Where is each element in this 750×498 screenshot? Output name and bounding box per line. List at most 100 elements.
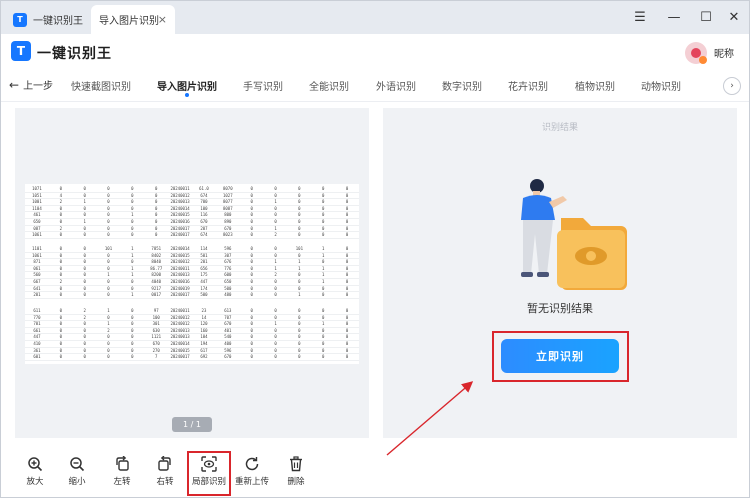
mode-digits[interactable]: 数字识别 [442, 78, 482, 93]
table-cell: 776 [224, 265, 232, 271]
table-cell: 0 [345, 354, 349, 360]
table-cell: 0 [298, 278, 301, 284]
table-cell: 800 [224, 212, 232, 218]
tool-label: 放大 [26, 477, 44, 487]
table-cell: 1061 [32, 252, 42, 258]
mode-import-image[interactable]: 导入图片识别 [157, 78, 217, 97]
table-cell: 2 [59, 278, 62, 284]
table-cell: 410 [33, 340, 41, 346]
rotate-right-button[interactable]: 右转 [145, 456, 185, 494]
table-cell: 175 [200, 272, 208, 278]
table-cell: 1 [322, 272, 325, 278]
table-cell: 0 [250, 199, 253, 205]
table-cell: 0 [59, 285, 62, 291]
mode-flowers[interactable]: 花卉识别 [508, 78, 548, 93]
table-cell: 601 [33, 354, 41, 360]
table-cell: 8087 [222, 205, 233, 211]
table-cell: 0 [298, 225, 301, 231]
table-cell: 0 [250, 186, 253, 191]
table-cell: 2 [59, 199, 62, 205]
table-cell: 0 [107, 218, 110, 224]
table-cell: 0 [107, 192, 110, 198]
table-cell: 0 [131, 308, 134, 313]
table-cell: 1027 [222, 192, 233, 198]
mode-foreign-language[interactable]: 外语识别 [376, 78, 416, 93]
delete-button[interactable]: 删除 [276, 456, 316, 494]
reupload-button[interactable]: 重新上传 [232, 456, 272, 494]
table-cell: 20240012 [170, 259, 190, 265]
table-cell: 0 [298, 354, 301, 360]
table-cell: 0 [83, 321, 86, 327]
table-cell: 0 [250, 225, 253, 231]
minimize-button[interactable]: — [657, 1, 691, 34]
table-cell: 641 [33, 285, 41, 291]
menu-icon[interactable]: ☰ [623, 1, 657, 34]
table-cell: 0 [59, 218, 62, 224]
table-cell: 650 [33, 218, 41, 224]
table-cell: 0 [107, 278, 110, 284]
close-tab-icon[interactable]: × [158, 13, 167, 26]
table-cell: 0 [155, 232, 158, 238]
table-cell: 871 [33, 259, 41, 265]
table-row: 1104 0 0 0 0 0 20240014 100 8087 0 0 0 0 0 [25, 206, 359, 213]
table-cell: 0 [274, 186, 277, 191]
table-cell: 20240013 [170, 334, 190, 340]
table-cell: 0 [322, 192, 325, 198]
table-cell: 1 [83, 218, 86, 224]
table-cell: 596 [224, 347, 232, 353]
mode-quick-screenshot[interactable]: 快速截图识别 [71, 78, 131, 93]
table-cell: 0 [107, 285, 110, 291]
table-cell: 0 [59, 252, 62, 258]
table-cell: 0 [155, 192, 158, 198]
table-cell: 670 [224, 354, 232, 360]
mode-handwriting[interactable]: 手写识别 [243, 78, 283, 93]
table-cell: 20240013 [170, 327, 190, 333]
table-cell: 0 [345, 285, 349, 291]
mode-all-in-one[interactable]: 全能识别 [309, 78, 349, 93]
table-cell: 307 [224, 252, 232, 258]
table-cell: 0 [107, 199, 110, 205]
tab-home[interactable]: T 一键识别王 [7, 5, 87, 34]
table-cell: 1 [322, 265, 325, 271]
mode-animals[interactable]: 动物识别 [641, 78, 681, 93]
table-cell: 0 [298, 252, 301, 258]
table-cell: 501 [200, 252, 208, 258]
table-cell: 0 [274, 246, 277, 251]
zoom-out-button[interactable]: 缩小 [57, 456, 97, 494]
table-cell: 0 [59, 186, 62, 191]
table-cell: 0 [83, 285, 86, 291]
chevron-right-icon[interactable]: › [723, 77, 741, 95]
image-preview-panel[interactable]: 1071 0 0 0 0 0 20240011 61.0 8070 0 0 0 0 0 1051 4 0 0 0 0 2… [15, 108, 369, 438]
table-cell: 20240017 [170, 225, 190, 231]
table-cell: 201 [200, 259, 208, 265]
close-window-button[interactable]: ✕ [717, 1, 750, 34]
table-cell: 0 [83, 354, 86, 360]
table-cell: 0 [322, 285, 325, 291]
table-cell: 0 [322, 354, 325, 360]
rotate-left-button[interactable]: 左转 [102, 456, 142, 494]
table-cell: 447 [200, 278, 208, 284]
table-cell: 120 [200, 321, 208, 327]
table-cell: 207 [200, 225, 208, 231]
table-cell: 1 [322, 321, 325, 327]
back-button[interactable]: ← 上一步 [9, 77, 53, 93]
table-cell: 20240011 [170, 186, 190, 191]
recognize-now-button[interactable]: 立即识别 [501, 339, 619, 373]
zoom-in-icon [27, 456, 43, 472]
table-cell: 1 [131, 246, 134, 251]
table-cell: 0 [59, 327, 62, 333]
highlight-box [187, 451, 231, 496]
tab-import-image[interactable]: 导入图片识别 × [91, 5, 175, 34]
user-nickname[interactable]: 昵称 [714, 45, 734, 60]
table-cell: 0 [59, 292, 62, 298]
mode-plants[interactable]: 植物识别 [575, 78, 615, 93]
table-row: 560 0 0 1 1 8200 20240013 175 600 0 2 0 1 0 [25, 272, 359, 279]
table-cell: 0 [345, 218, 349, 224]
table-cell: 2 [274, 272, 277, 278]
table-cell: 0 [131, 218, 134, 224]
table-cell: 670 [224, 321, 232, 327]
zoom-in-button[interactable]: 放大 [15, 456, 55, 494]
table-cell: 540 [224, 334, 232, 340]
table-cell: 20240014 [170, 340, 190, 346]
table-cell: 1 [274, 199, 277, 205]
